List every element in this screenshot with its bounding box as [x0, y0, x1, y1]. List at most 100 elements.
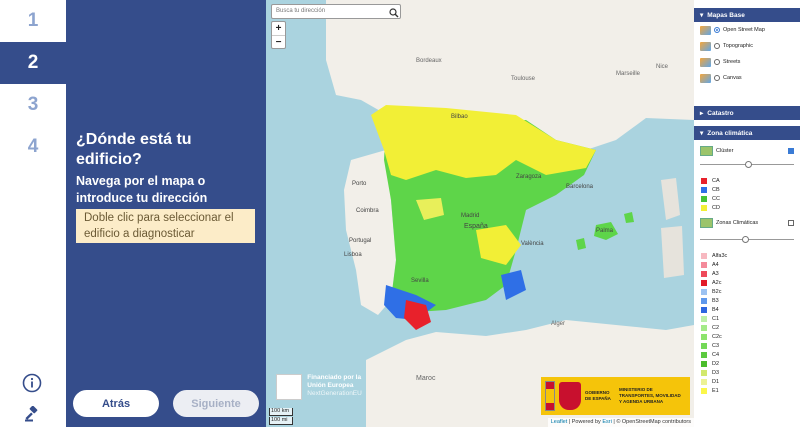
- legend-item: B2c: [694, 287, 800, 296]
- page-title: ¿Dónde está tu edificio?: [76, 131, 192, 168]
- basemap-label: Open Street Map: [723, 27, 765, 33]
- page-subtitle: Navega por el mapa o introduce tu direcc…: [76, 174, 208, 205]
- map-label-portugal: Portugal: [349, 238, 371, 244]
- legend-item: C2: [694, 323, 800, 332]
- legend-item: Alfa3c: [694, 251, 800, 260]
- legend-swatch: [701, 177, 707, 184]
- chevron-right-icon: ▸: [700, 110, 704, 117]
- gov-main: GOBIERNO DE ESPAÑA: [585, 390, 611, 401]
- address-search-input[interactable]: Busca tu dirección: [271, 4, 401, 19]
- legend-item: D2: [694, 359, 800, 368]
- legend-label: A3: [712, 270, 719, 277]
- cluster-opacity-slider[interactable]: [700, 161, 794, 169]
- zonas-opacity-slider[interactable]: [700, 236, 794, 244]
- legend-label: A4: [712, 261, 719, 268]
- slider-knob[interactable]: [742, 236, 749, 243]
- map-label-toulouse: Toulouse: [511, 76, 536, 82]
- step-3[interactable]: 3: [0, 84, 66, 126]
- legend-swatch: [701, 186, 707, 193]
- layer-thumbnail: [700, 146, 713, 156]
- legend-item: A4: [694, 260, 800, 269]
- legend-swatch: [701, 387, 707, 394]
- legend-label: A2c: [712, 279, 722, 286]
- map-view[interactable]: Bordeaux Toulouse Marseille Barcelona Ma…: [266, 0, 694, 427]
- map-label-madrid: Madrid: [461, 213, 479, 219]
- legend-swatch: [701, 306, 707, 313]
- gov-ministry: MINISTERIO DE TRANSPORTES, MOVILIDAD Y A…: [619, 387, 681, 404]
- legend-label: C2c: [712, 333, 722, 340]
- legend-label: B2c: [712, 288, 722, 295]
- map-label-zaragoza: Zaragoza: [516, 174, 542, 180]
- radio[interactable]: [714, 59, 720, 65]
- legend-swatch: [701, 333, 707, 340]
- basemap-option-canvas[interactable]: Canvas: [694, 70, 800, 86]
- step-1[interactable]: 1: [0, 0, 66, 42]
- legend-label: CB: [712, 186, 720, 193]
- leaflet-link[interactable]: Leaflet: [551, 419, 568, 425]
- legend-label: C1: [712, 315, 720, 322]
- legend-label: CC: [712, 195, 720, 202]
- coat-of-arms-icon: [559, 382, 581, 410]
- legend-swatch: [701, 324, 707, 331]
- radio[interactable]: [714, 75, 720, 81]
- legend-item: CC: [694, 194, 800, 203]
- legend-label: CA: [712, 177, 720, 184]
- zonas-layer: Zonas Climáticas: [694, 216, 800, 230]
- basemap-option-osm[interactable]: Open Street Map: [694, 22, 800, 38]
- eu-funding-badge: Financiado por la Unión Europea NextGene…: [276, 374, 376, 404]
- zoom-in-button[interactable]: +: [272, 22, 285, 35]
- step-2[interactable]: 2: [0, 42, 66, 84]
- eu-flag-icon: [276, 374, 303, 400]
- legend-label: Alfa3c: [712, 252, 728, 259]
- basemap-option-topographic[interactable]: Topographic: [694, 38, 800, 54]
- legend-label: D3: [712, 369, 720, 376]
- legend-item: E1: [694, 386, 800, 395]
- legend-item: A3: [694, 269, 800, 278]
- base-maps-header[interactable]: ▾ Mapas Base: [694, 8, 800, 22]
- layers-icon: [700, 57, 711, 67]
- step-4[interactable]: 4: [0, 126, 66, 168]
- legend-item: CD: [694, 203, 800, 212]
- zona-climatica-header[interactable]: ▾ Zona climática: [694, 126, 800, 140]
- cluster-legend: CA CB CC CD: [694, 176, 800, 212]
- layer-thumbnail: [700, 218, 713, 228]
- zoom-out-button[interactable]: −: [272, 35, 285, 48]
- eu-title: Financiado por la Unión Europea: [307, 374, 362, 389]
- legend-label: B4: [712, 306, 719, 313]
- hint-box: Doble clic para seleccionar el edificio …: [76, 209, 255, 243]
- map-label-lisboa: Lisboa: [344, 252, 362, 258]
- next-button[interactable]: Siguiente: [173, 390, 259, 417]
- map-label-palma: Palma: [596, 228, 614, 234]
- search-icon[interactable]: [389, 5, 399, 18]
- legend-label: C4: [712, 351, 720, 358]
- scale-bar: 100 km 100 mi: [269, 408, 293, 426]
- legend-label: D2: [712, 360, 720, 367]
- legend-swatch: [701, 297, 707, 304]
- radio-selected[interactable]: [714, 27, 720, 33]
- legend-item: B4: [694, 305, 800, 314]
- legend-item: C1: [694, 314, 800, 323]
- basemap-label: Streets: [723, 59, 741, 65]
- legend-item: CB: [694, 185, 800, 194]
- basemap: Bordeaux Toulouse Marseille Barcelona Ma…: [326, 0, 694, 427]
- info-icon[interactable]: [21, 372, 43, 394]
- basemap-option-streets[interactable]: Streets: [694, 54, 800, 70]
- cluster-checkbox[interactable]: [788, 148, 794, 154]
- gavel-icon[interactable]: [21, 403, 43, 425]
- legend-label: CD: [712, 204, 720, 211]
- map-label-maroc: Maroc: [416, 375, 436, 382]
- zonas-checkbox[interactable]: [788, 220, 794, 226]
- slider-knob[interactable]: [745, 161, 752, 168]
- legend-label: D1: [712, 378, 720, 385]
- esri-link[interactable]: Esri: [602, 419, 611, 425]
- legend-swatch: [701, 378, 707, 385]
- zonas-legend: Alfa3c A4 A3 A2c B2c B3 B4 C1 C2 C2c C3 C4 D2 D3 D1 E1: [694, 251, 800, 395]
- chevron-down-icon: ▾: [700, 12, 704, 19]
- radio[interactable]: [714, 43, 720, 49]
- attrib-osm: | © OpenStreetMap contributors: [613, 419, 691, 425]
- map-attribution: Leaflet | Powered by Esri | © OpenStreet…: [547, 418, 694, 427]
- map-label-bordeaux: Bordeaux: [416, 58, 442, 64]
- back-button[interactable]: Atrás: [73, 390, 159, 417]
- catastro-header[interactable]: ▸ Catastro: [694, 106, 800, 120]
- legend-swatch: [701, 270, 707, 277]
